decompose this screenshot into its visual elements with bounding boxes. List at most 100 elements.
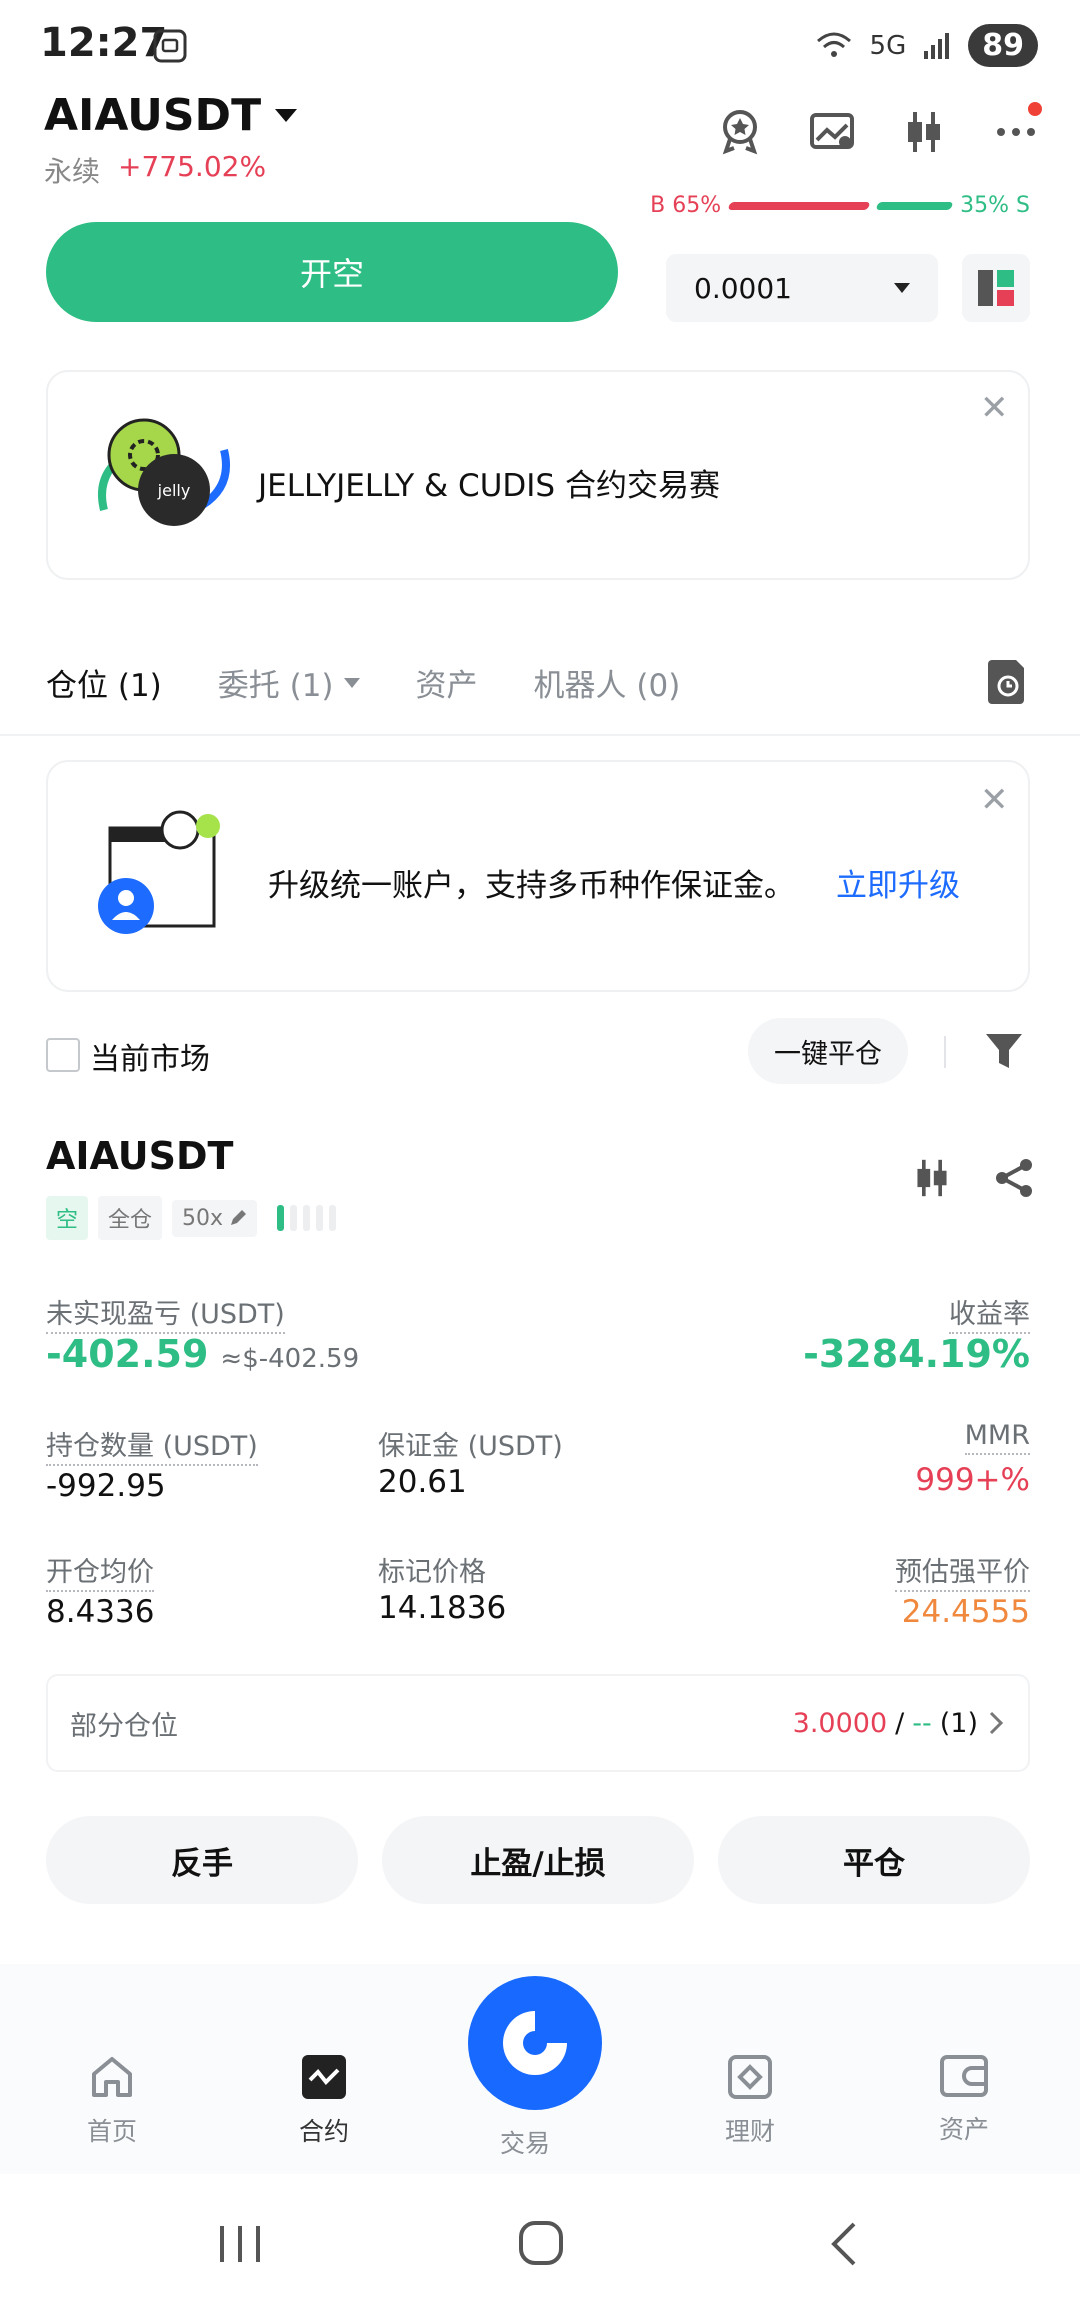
chevron-down-icon [894, 283, 910, 293]
nav-assets[interactable]: 资产 [904, 2054, 1024, 2146]
close-all-button[interactable]: 一键平仓 [748, 1018, 908, 1084]
quantity-select[interactable]: 0.0001 [666, 254, 938, 322]
open-short-button[interactable]: 开空 [46, 222, 618, 322]
position-tabs: 仓位 (1) 委托 (1) 资产 机器人 (0) [46, 660, 736, 705]
trade-logo-icon [503, 2011, 567, 2075]
pair-symbol: AIAUSDT [44, 90, 262, 141]
layout-button[interactable] [962, 254, 1030, 322]
buy-ratio: B 65% [650, 193, 722, 218]
tabs-divider [0, 734, 1080, 736]
back-icon[interactable] [826, 2220, 860, 2272]
position-actions [912, 1158, 1034, 1202]
partial-tp: 3.0000 [792, 1707, 888, 1739]
pair-selector[interactable]: AIAUSDT [44, 90, 298, 141]
chevron-right-icon [989, 1711, 1004, 1735]
mark-value: 14.1836 [378, 1590, 507, 1626]
tab-orders[interactable]: 委托 (1) [218, 660, 360, 705]
status-time: 12:27 [40, 20, 168, 66]
contract-type: 永续 [44, 155, 101, 188]
tab-assets[interactable]: 资产 [416, 660, 478, 705]
layout-icon [978, 270, 1014, 306]
roe-label: 收益率 [949, 1292, 1030, 1334]
position-symbol[interactable]: AIAUSDT [46, 1134, 233, 1178]
nav-trade-button[interactable] [468, 1976, 602, 2110]
mmr-value: 999+% [915, 1462, 1030, 1498]
current-market-label: 当前市场 [90, 1042, 210, 1077]
header-actions [716, 102, 1042, 156]
network-label: 5G [869, 30, 907, 61]
sell-ratio-bar [875, 201, 954, 210]
margin-mode-tag: 全仓 [98, 1196, 163, 1240]
pair-subtitle: 永续 +775.02% [44, 150, 266, 190]
wifi-icon [816, 32, 851, 57]
mmr-label: MMR [964, 1420, 1030, 1455]
buy-ratio-bar [727, 201, 871, 210]
size-label: 持仓数量 (USDT) [46, 1424, 258, 1466]
more-icon[interactable] [992, 102, 1042, 156]
banner-text: JELLYJELLY & CUDIS 合约交易赛 [258, 468, 720, 504]
futures-icon [302, 2055, 346, 2099]
chart-image-icon[interactable] [808, 108, 856, 156]
margin-value: 20.61 [378, 1464, 467, 1500]
edit-icon [231, 1210, 247, 1225]
filter-icon[interactable] [984, 1030, 1024, 1076]
nav-futures[interactable]: 合约 [264, 2054, 384, 2148]
mark-label: 标记价格 [378, 1557, 486, 1588]
badge-icon[interactable] [716, 108, 764, 156]
candlestick-icon[interactable] [900, 108, 948, 156]
liq-label: 预估强平价 [895, 1550, 1030, 1592]
signal-icon [924, 32, 950, 59]
upgrade-close-icon[interactable]: ✕ [980, 780, 1009, 820]
notification-dot [1028, 102, 1042, 116]
unrealized-pnl-label: 未实现盈亏 (USDT) [46, 1292, 285, 1334]
tab-bots[interactable]: 机器人 (0) [534, 660, 681, 705]
size-value: -992.95 [46, 1468, 166, 1504]
history-doc-icon[interactable] [986, 660, 1026, 708]
adl-indicator [277, 1205, 337, 1231]
unrealized-pnl-usd: ≈$-402.59 [220, 1344, 360, 1374]
chevron-down-icon [275, 109, 298, 122]
nav-home[interactable]: 首页 [52, 2054, 172, 2148]
partial-count: (1) [939, 1707, 978, 1739]
share-icon[interactable] [994, 1158, 1034, 1202]
screenshot-icon [152, 28, 188, 68]
reverse-button[interactable]: 反手 [46, 1816, 358, 1904]
roe-value: -3284.19% [803, 1332, 1030, 1376]
tpsl-button[interactable]: 止盈/止损 [382, 1816, 694, 1904]
side-tag: 空 [46, 1196, 89, 1240]
margin-label: 保证金 (USDT) [378, 1431, 563, 1462]
tab-positions[interactable]: 仓位 (1) [46, 660, 162, 705]
status-icons: 5G 89 [814, 24, 1038, 67]
close-position-button[interactable]: 平仓 [718, 1816, 1030, 1904]
price-change: +775.02% [118, 150, 267, 183]
quantity-value: 0.0001 [694, 271, 792, 305]
nav-trade-label: 交易 [500, 2129, 551, 2158]
partial-position-row[interactable]: 部分仓位 3.0000 / -- (1) [46, 1674, 1030, 1772]
upgrade-link[interactable]: 立即升级 [836, 860, 960, 905]
recent-apps-icon[interactable] [216, 2222, 264, 2270]
home-icon [92, 2057, 132, 2097]
filter-divider [944, 1036, 946, 1068]
chevron-down-icon [343, 677, 360, 688]
current-market-checkbox[interactable] [46, 1038, 80, 1072]
banner-close-icon[interactable]: ✕ [980, 388, 1009, 428]
entry-value: 8.4336 [46, 1594, 155, 1630]
jelly-logo-icon: jelly [94, 410, 234, 544]
unrealized-pnl-value: -402.59 [46, 1332, 209, 1376]
sell-ratio: 35% S [960, 193, 1030, 218]
wallet-icon [940, 2055, 988, 2097]
battery-level: 89 [968, 24, 1038, 67]
candlestick-icon[interactable] [912, 1158, 952, 1202]
partial-label: 部分仓位 [70, 1710, 178, 1742]
buy-sell-ratio: B 65% 35% S [650, 193, 1030, 218]
wallet-user-icon [96, 806, 226, 950]
entry-label: 开仓均价 [46, 1550, 154, 1592]
position-tags: 空 全仓 50x [46, 1196, 337, 1240]
nav-earn[interactable]: 理财 [690, 2054, 810, 2148]
unrealized-pnl: -402.59 ≈$-402.59 [46, 1332, 359, 1376]
position-action-buttons: 反手 止盈/止损 平仓 [46, 1816, 1030, 1904]
partial-values: 3.0000 / -- (1) [793, 1708, 1006, 1739]
upgrade-text: 升级统一账户，支持多币种作保证金。 [268, 868, 795, 904]
home-button-icon[interactable] [518, 2220, 564, 2270]
leverage-tag[interactable]: 50x [172, 1199, 258, 1237]
